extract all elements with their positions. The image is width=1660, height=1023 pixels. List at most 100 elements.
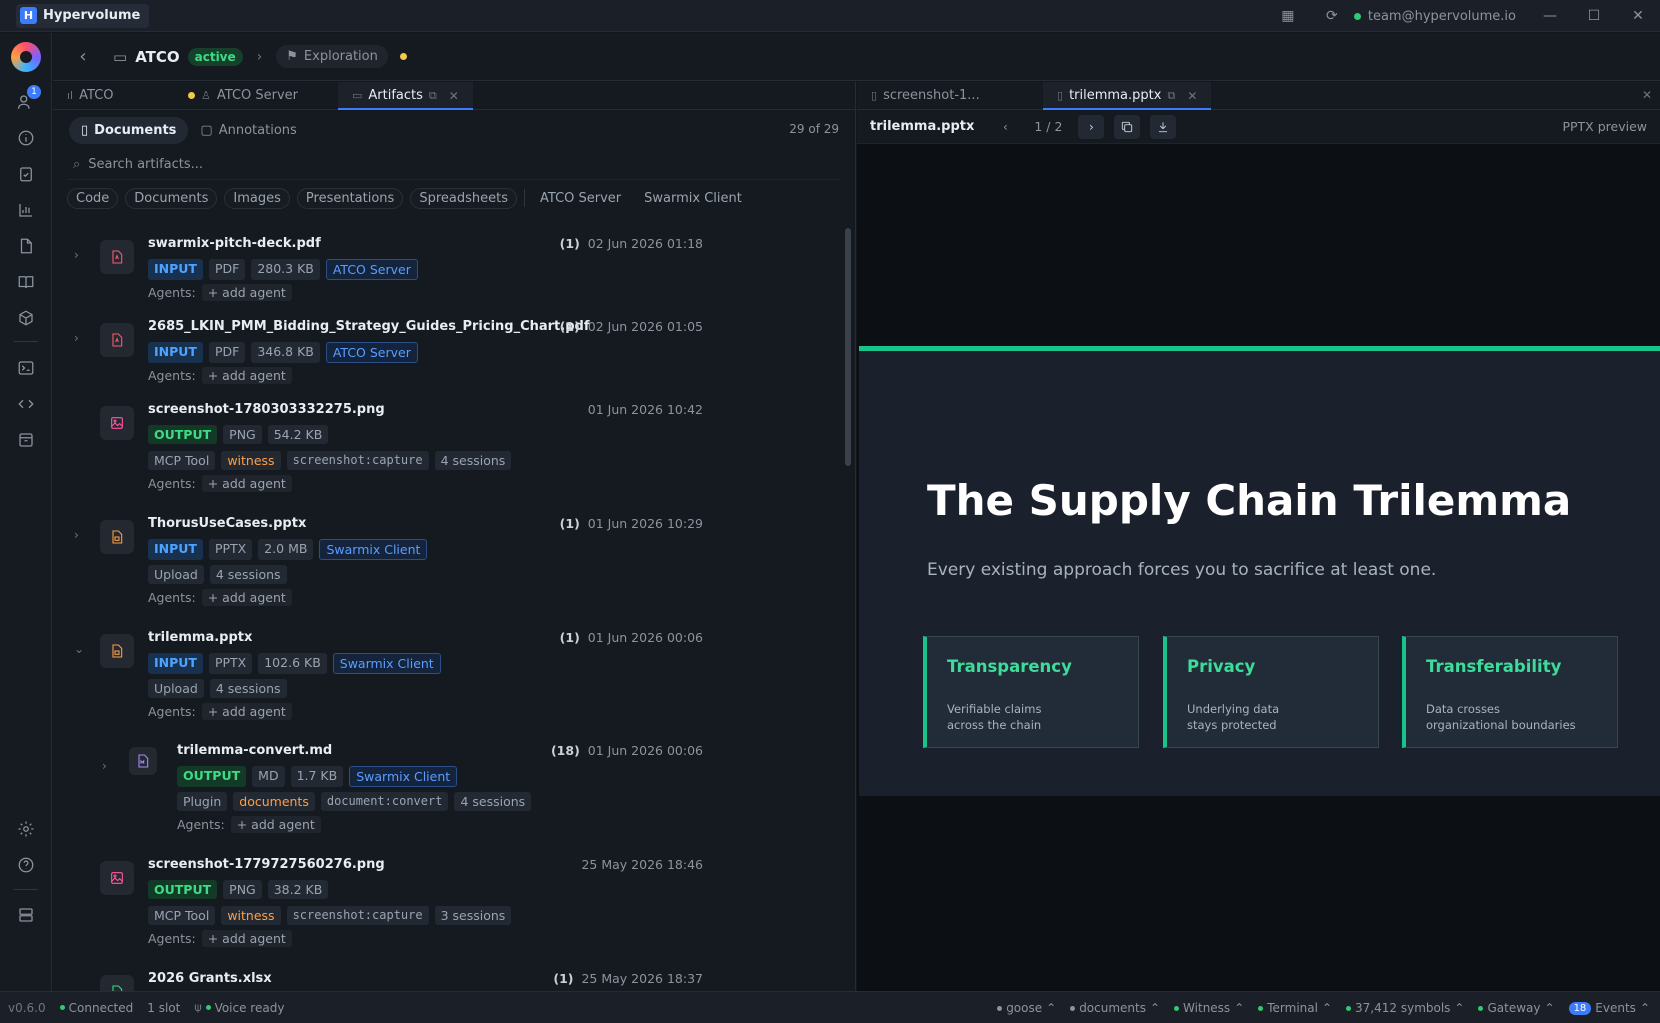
add-agent-button[interactable]: + add agent <box>230 816 321 833</box>
events-button[interactable]: 18 Events ⌃ <box>1568 1001 1650 1015</box>
agent-tag[interactable]: witness <box>221 451 281 470</box>
filter-presentations[interactable]: Presentations <box>296 187 404 209</box>
status-terminal[interactable]: Terminal ⌃ <box>1258 1001 1332 1015</box>
add-agent-button[interactable]: + add agent <box>201 589 292 606</box>
chevron-right-icon[interactable]: › <box>74 248 79 262</box>
artifact-name[interactable]: screenshot-1780303332275.png <box>148 402 385 417</box>
popout-icon[interactable]: ⧉ <box>1167 89 1175 103</box>
agent-tag[interactable]: witness <box>221 906 281 925</box>
add-agent-button[interactable]: + add agent <box>201 930 292 947</box>
add-agent-button[interactable]: + add agent <box>201 367 292 384</box>
maximize-icon[interactable]: ☐ <box>1572 0 1616 32</box>
source-tag[interactable]: Swarmix Client <box>349 766 458 787</box>
status-witness[interactable]: Witness ⌃ <box>1174 1001 1244 1015</box>
status-dot <box>1346 1005 1352 1011</box>
segment-documents[interactable]: ▯ Documents <box>69 116 189 144</box>
list-item[interactable]: screenshot-1780303332275.png 01 Jun 2026… <box>53 394 843 498</box>
chevron-down-icon[interactable]: ⌄ <box>74 642 84 656</box>
server-icon[interactable] <box>13 902 39 928</box>
add-agent-button[interactable]: + add agent <box>201 475 292 492</box>
close-pane-icon[interactable]: ✕ <box>1642 88 1652 102</box>
status-gateway[interactable]: Gateway ⌃ <box>1478 1001 1555 1015</box>
package-icon[interactable] <box>13 305 39 331</box>
artifact-name[interactable]: 2026 Grants.xlsx <box>148 971 272 986</box>
add-agent-button[interactable]: + add agent <box>201 703 292 720</box>
filter-swarmix-client[interactable]: Swarmix Client <box>636 189 750 208</box>
sessions-tag[interactable]: 4 sessions <box>434 451 512 470</box>
close-tab-icon[interactable]: ✕ <box>1187 89 1197 103</box>
app-name[interactable]: H Hypervolume <box>16 3 150 28</box>
user-account[interactable]: team@hypervolume.io <box>1353 9 1516 24</box>
code-icon[interactable] <box>13 391 39 417</box>
voice-status[interactable]: ⍦ Voice ready <box>194 1000 284 1015</box>
copy-icon[interactable] <box>1114 114 1141 139</box>
chevron-right-icon[interactable]: › <box>74 528 79 542</box>
source-tag[interactable]: Swarmix Client <box>332 653 441 674</box>
bar-chart-icon[interactable] <box>13 197 39 223</box>
close-window-icon[interactable]: ✕ <box>1616 0 1660 32</box>
sessions-tag[interactable]: 4 sessions <box>209 565 287 584</box>
list-item[interactable]: › 2685_LKIN_PMM_Bidding_Strategy_Guides_… <box>53 311 843 391</box>
tab-screenshot[interactable]: ▯ screenshot-1... <box>857 82 1043 109</box>
filter-images[interactable]: Images <box>224 187 290 209</box>
book-icon[interactable] <box>13 269 39 295</box>
users-icon[interactable]: 1 <box>13 85 41 115</box>
chevron-right-icon[interactable]: › <box>74 331 79 345</box>
artifact-name[interactable]: trilemma-convert.md <box>177 743 332 758</box>
clipboard-check-icon[interactable] <box>13 161 39 187</box>
tab-atco-server[interactable]: ♙ ATCO Server <box>174 82 338 109</box>
add-agent-button[interactable]: + add agent <box>201 284 292 301</box>
list-item[interactable]: ⌄ trilemma.pptx (1) 01 Jun 2026 00:06 INP… <box>53 622 843 726</box>
list-item[interactable]: 2026 Grants.xlsx (1) 25 May 2026 18:37 <box>53 963 843 991</box>
segment-annotations[interactable]: ▢ Annotations <box>188 117 308 144</box>
minimize-icon[interactable]: — <box>1528 0 1572 32</box>
breadcrumb-exploration[interactable]: ⚑ Exploration <box>276 45 388 68</box>
prev-page-icon[interactable]: ‹ <box>992 115 1018 139</box>
download-icon[interactable] <box>1150 114 1177 139</box>
archive-icon[interactable] <box>13 427 39 453</box>
grid-icon[interactable]: ▦ <box>1266 0 1310 32</box>
sessions-tag[interactable]: 4 sessions <box>454 792 532 811</box>
files-icon[interactable] <box>13 233 39 259</box>
filter-code[interactable]: Code <box>67 187 119 209</box>
status-documents[interactable]: documents ⌃ <box>1070 1001 1160 1015</box>
project-title[interactable]: ▭ ATCO active <box>113 47 243 66</box>
close-tab-icon[interactable]: ✕ <box>449 89 459 103</box>
back-arrow-icon[interactable]: ‹ <box>53 46 113 67</box>
agent-tag[interactable]: documents <box>233 792 315 811</box>
list-item-child[interactable]: › trilemma-convert.md (18) 01 Jun 2026 00… <box>82 735 843 839</box>
artifact-name[interactable]: screenshot-1779727560276.png <box>148 857 385 872</box>
source-tag[interactable]: Swarmix Client <box>319 539 428 560</box>
filter-documents[interactable]: Documents <box>125 187 218 209</box>
info-icon[interactable] <box>13 125 39 151</box>
source-tag[interactable]: ATCO Server <box>325 342 418 363</box>
filter-spreadsheets[interactable]: Spreadsheets <box>410 187 517 209</box>
list-scrollbar[interactable] <box>845 228 851 466</box>
artifact-name[interactable]: 2685_LKIN_PMM_Bidding_Strategy_Guides_Pr… <box>148 319 589 334</box>
tab-artifacts[interactable]: ▭ Artifacts ⧉ ✕ <box>338 82 473 110</box>
status-goose[interactable]: goose ⌃ <box>997 1001 1056 1015</box>
chevron-right-icon[interactable]: › <box>102 759 107 773</box>
refresh-icon[interactable]: ⟳ <box>1310 0 1354 32</box>
artifact-name[interactable]: ThorusUseCases.pptx <box>148 516 306 531</box>
search-input[interactable] <box>88 157 589 172</box>
terminal-icon[interactable] <box>13 355 39 381</box>
sessions-tag[interactable]: 3 sessions <box>434 906 512 925</box>
help-icon[interactable] <box>13 852 39 878</box>
status-symbols[interactable]: 37,412 symbols ⌃ <box>1346 1001 1464 1015</box>
list-item[interactable]: › ThorusUseCases.pptx (1) 01 Jun 2026 10:… <box>53 508 843 612</box>
artifact-name[interactable]: trilemma.pptx <box>148 630 252 645</box>
tab-trilemma[interactable]: ▯ trilemma.pptx ⧉ ✕ <box>1043 82 1212 110</box>
brand-logo-icon[interactable] <box>11 42 41 72</box>
filter-atco-server[interactable]: ATCO Server <box>532 189 629 208</box>
sessions-tag[interactable]: 4 sessions <box>209 679 287 698</box>
next-page-icon[interactable]: › <box>1078 114 1105 139</box>
list-item[interactable]: screenshot-1779727560276.png 25 May 2026… <box>53 849 843 953</box>
artifact-name[interactable]: swarmix-pitch-deck.pdf <box>148 236 321 251</box>
list-item[interactable]: › swarmix-pitch-deck.pdf (1) 02 Jun 2026 … <box>53 228 843 308</box>
tab-atco[interactable]: ıl ATCO <box>53 82 174 109</box>
source-tag[interactable]: ATCO Server <box>325 259 418 280</box>
settings-icon[interactable] <box>13 816 39 842</box>
connection-status[interactable]: Connected <box>59 1001 133 1015</box>
popout-icon[interactable]: ⧉ <box>429 89 437 103</box>
